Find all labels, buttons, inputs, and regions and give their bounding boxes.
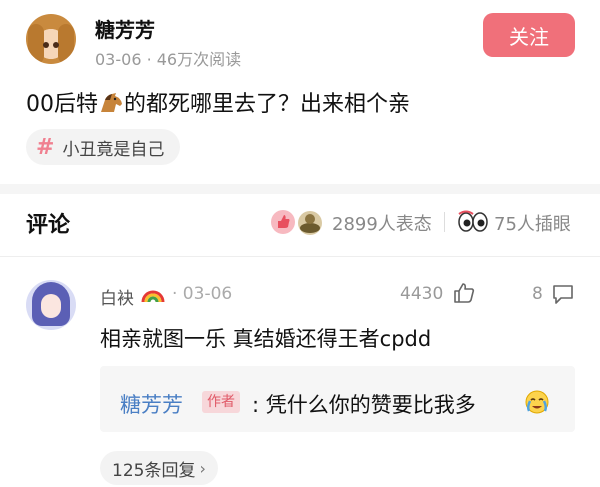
post-text: 00后特 的都死哪里去了？出来相个亲 <box>26 86 410 118</box>
chevron-right-icon: › <box>199 458 206 478</box>
reply-text: : 凭什么你的赞要比我多 <box>252 393 476 417</box>
section-divider <box>0 184 600 194</box>
topic-chip[interactable]: # 小丑竟是自己 <box>26 129 181 165</box>
author-badge: 作者 <box>202 391 240 413</box>
avatar-face <box>41 294 61 318</box>
commenter-avatar[interactable] <box>26 280 76 330</box>
reaction-count: 2899人表态 <box>332 214 432 235</box>
post-author-name[interactable]: 糖芳芳 <box>95 14 155 43</box>
view-replies-button[interactable]: 125条回复 › <box>100 451 218 485</box>
post-meta: 03-06 · 46万次阅读 <box>95 50 242 69</box>
like-count: 4430 <box>400 284 444 304</box>
reply-count: 8 <box>532 284 543 304</box>
comment-bubble-icon[interactable] <box>551 282 575 306</box>
post-text-start: 00后特 <box>26 92 98 117</box>
avatar-eye <box>43 42 49 48</box>
replies-label: 125条回复 <box>112 460 196 481</box>
post-text-end: 的都死哪里去了？出来相个亲 <box>124 92 411 117</box>
comments-title: 评论 <box>26 213 71 238</box>
post-author-avatar[interactable] <box>26 14 76 64</box>
divider-line <box>0 256 600 257</box>
crying-emoji-icon <box>525 390 549 414</box>
horse-emoji-icon <box>101 93 122 112</box>
reply-author-name[interactable]: 糖芳芳 <box>120 389 183 419</box>
avatar-eye <box>53 42 59 48</box>
topic-label: 小丑竟是自己 <box>62 139 165 160</box>
avatar-hair <box>58 24 74 64</box>
eyes-count: 75人插眼 <box>494 214 571 235</box>
comment-date: · 03-06 <box>172 284 233 304</box>
thumbs-up-icon[interactable] <box>452 281 476 305</box>
rainbow-icon <box>141 290 165 303</box>
avatar-hair <box>28 24 44 64</box>
eyes-icon[interactable] <box>458 210 488 232</box>
commenter-name[interactable]: 白袂 <box>100 284 134 309</box>
separator <box>444 212 445 232</box>
comment-text: 相亲就图一乐 真结婚还得王者cpdd <box>100 327 432 351</box>
reaction-icons[interactable] <box>270 208 326 236</box>
hashtag-icon: # <box>36 134 55 160</box>
follow-button[interactable]: 关注 <box>483 13 575 57</box>
